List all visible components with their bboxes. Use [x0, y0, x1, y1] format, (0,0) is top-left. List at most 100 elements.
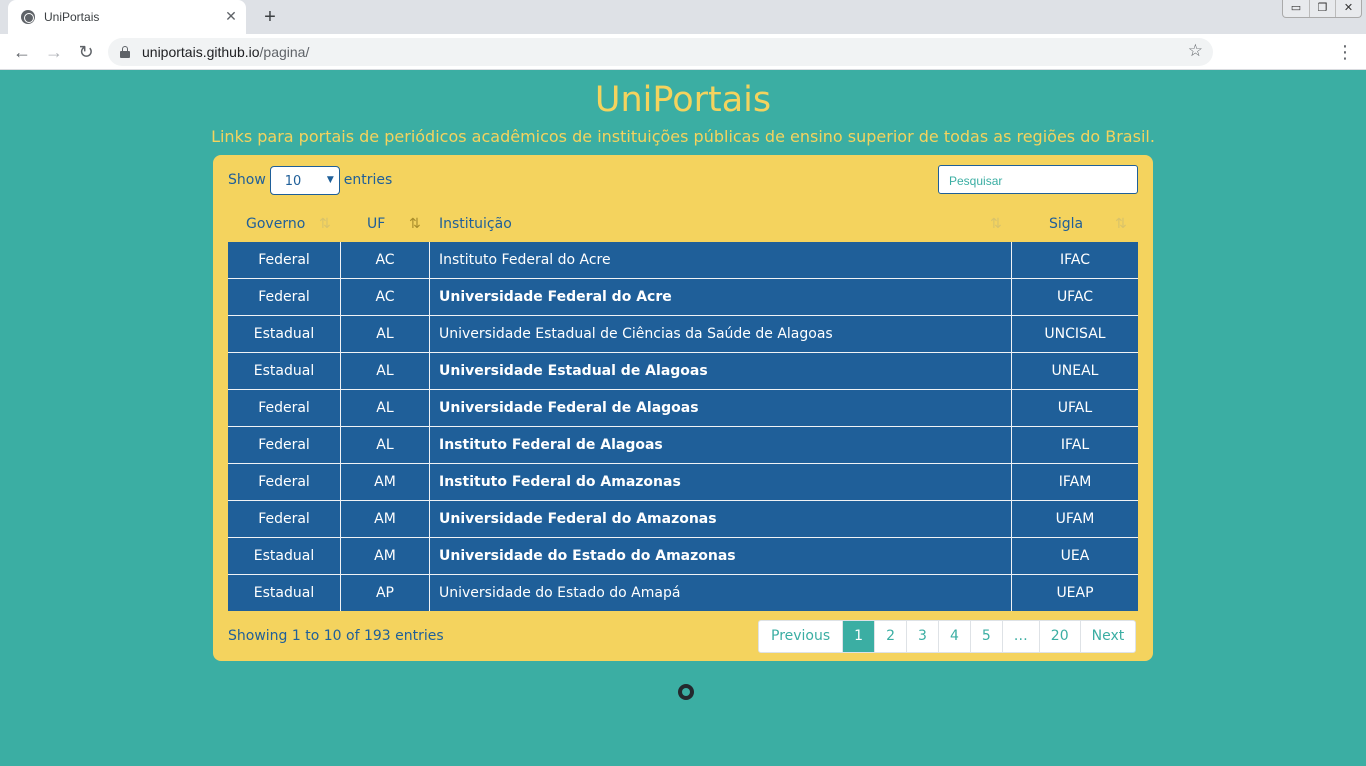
- page-title: UniPortais: [594, 80, 772, 120]
- cell-governo: Federal: [228, 427, 341, 463]
- table-row: Federal AM Universidade Federal do Amazona…: [228, 501, 1138, 538]
- page-button[interactable]: 4: [937, 621, 970, 652]
- page-ellipsis: …: [1001, 621, 1039, 652]
- cell-sigla: UFAL: [1057, 400, 1093, 416]
- tab-close-icon[interactable]: ✕: [222, 7, 240, 25]
- sort-ascending-icon[interactable]: ⇅: [409, 207, 421, 241]
- cell-governo: Federal: [228, 390, 341, 426]
- reload-button[interactable]: ↻: [74, 40, 98, 64]
- page-button[interactable]: 5: [969, 621, 1002, 652]
- window-controls: ▭ ❐ ✕: [1282, 0, 1362, 18]
- table-row: Estadual AL Universidade Estadual de Ciênc…: [228, 316, 1138, 353]
- cell-uf: AM: [341, 464, 430, 500]
- header-instituicao[interactable]: Instituição: [439, 207, 512, 242]
- table-header: Governo ⇅ UF ⇅ Instituição ⇅ Sigla ⇅: [228, 207, 1138, 242]
- close-window-button[interactable]: ✕: [1335, 0, 1361, 17]
- github-icon[interactable]: [678, 684, 694, 700]
- table-row: Federal AC Universidade Federal do Acre UFA…: [228, 279, 1138, 316]
- page-button[interactable]: 1: [842, 621, 875, 652]
- cell-instituicao-link[interactable]: Universidade do Estado do Amapá: [430, 575, 1012, 611]
- cell-uf: AP: [341, 575, 430, 611]
- cell-governo: Estadual: [228, 575, 341, 611]
- forward-button[interactable]: →: [42, 40, 66, 64]
- back-button[interactable]: ←: [10, 40, 34, 64]
- cell-sigla: UNEAL: [1051, 363, 1099, 379]
- cell-governo: Federal: [228, 464, 341, 500]
- address-bar[interactable]: uniportais.github.io/pagina/ ☆: [108, 38, 1213, 66]
- table-row: Estadual AM Universidade do Estado do Amaz…: [228, 538, 1138, 575]
- restore-button[interactable]: ❐: [1309, 0, 1335, 17]
- cell-sigla: UEA: [1060, 548, 1090, 564]
- cell-governo: Federal: [228, 242, 341, 278]
- cell-sigla: UFAC: [1056, 289, 1094, 305]
- cell-governo: Federal: [228, 279, 341, 315]
- header-uf[interactable]: UF: [367, 207, 385, 242]
- cell-instituicao-link[interactable]: Instituto Federal de Alagoas: [430, 427, 1012, 463]
- new-tab-button[interactable]: +: [258, 5, 282, 29]
- table-row: Estadual AL Universidade Estadual de Alago…: [228, 353, 1138, 390]
- entries-label: entries: [343, 172, 393, 188]
- cell-uf: AL: [341, 390, 430, 426]
- cell-uf: AC: [341, 242, 430, 278]
- pagination: Previous 1 2 3 4 5… 20 Next: [758, 620, 1137, 653]
- cell-instituicao-link[interactable]: Universidade do Estado do Amazonas: [430, 538, 1012, 574]
- table-row: Federal AM Instituto Federal do Amazonas IF…: [228, 464, 1138, 501]
- url-text: uniportais.github.io/pagina/: [142, 44, 310, 60]
- minimize-button[interactable]: ▭: [1283, 0, 1309, 17]
- header-sigla[interactable]: Sigla: [1049, 207, 1083, 242]
- tab-title: UniPortais: [44, 10, 100, 24]
- cell-instituicao-link[interactable]: Universidade Estadual de Alagoas: [430, 353, 1012, 389]
- cell-uf: AM: [341, 501, 430, 537]
- browser-tabbar: UniPortais ✕ + ▭ ❐ ✕: [0, 0, 1366, 34]
- table-row: Federal AL Universidade Federal de Alagoas…: [228, 390, 1138, 427]
- lock-icon[interactable]: [120, 46, 130, 58]
- cell-instituicao-link[interactable]: Instituto Federal do Acre: [430, 242, 1012, 278]
- table-row: Federal AL Instituto Federal de Alagoas IFA…: [228, 427, 1138, 464]
- cell-uf: AL: [341, 427, 430, 463]
- table-body: Federal AC Instituto Federal do Acre IFAC Fe…: [228, 242, 1138, 611]
- browser-menu-icon[interactable]: ⋮: [1336, 40, 1354, 64]
- next-button[interactable]: Next: [1079, 621, 1136, 652]
- browser-toolbar: ← → ↻ uniportais.github.io/pagina/ ☆ ⋮: [0, 34, 1366, 70]
- page-button[interactable]: 20: [1038, 621, 1080, 652]
- cell-governo: Estadual: [228, 353, 341, 389]
- table-info: Showing 1 to 10 of 193 entries: [228, 628, 444, 644]
- table-row: Estadual AP Universidade do Estado do Amap…: [228, 575, 1138, 611]
- sort-icon[interactable]: ⇅: [990, 207, 1002, 241]
- cell-sigla: UFAM: [1055, 511, 1095, 527]
- page-button[interactable]: 2: [874, 621, 906, 652]
- sort-icon[interactable]: ⇅: [1115, 207, 1127, 241]
- cell-governo: Estadual: [228, 538, 341, 574]
- page-subtitle: Links para portais de periódicos acadêmi…: [211, 127, 1155, 146]
- cell-uf: AL: [341, 316, 430, 352]
- entries-select[interactable]: 10 ▼: [269, 165, 340, 195]
- bookmark-star-icon[interactable]: ☆: [1188, 41, 1203, 61]
- previous-button[interactable]: Previous: [759, 621, 842, 652]
- cell-sigla: IFAM: [1058, 474, 1092, 490]
- cell-uf: AM: [341, 538, 430, 574]
- sort-icon[interactable]: ⇅: [319, 207, 331, 241]
- cell-sigla: IFAC: [1059, 252, 1090, 268]
- cell-instituicao-link[interactable]: Universidade Federal do Amazonas: [430, 501, 1012, 537]
- globe-icon: [21, 10, 35, 24]
- cell-sigla: IFAL: [1060, 437, 1090, 453]
- chevron-down-icon: ▼: [326, 174, 334, 185]
- cell-instituicao-link[interactable]: Instituto Federal do Amazonas: [430, 464, 1012, 500]
- cell-instituicao-link[interactable]: Universidade Federal do Acre: [430, 279, 1012, 315]
- cell-governo: Federal: [228, 501, 341, 537]
- browser-tab[interactable]: UniPortais ✕: [8, 0, 246, 34]
- cell-governo: Estadual: [228, 316, 341, 352]
- entries-select-value: 10: [284, 173, 302, 189]
- cell-sigla: UEAP: [1056, 585, 1094, 601]
- cell-instituicao-link[interactable]: Universidade Federal de Alagoas: [430, 390, 1012, 426]
- cell-uf: AL: [341, 353, 430, 389]
- search-input[interactable]: Pesquisar: [938, 165, 1138, 194]
- page-button[interactable]: 3: [906, 621, 938, 652]
- cell-sigla: UNCISAL: [1044, 326, 1106, 342]
- cell-instituicao-link[interactable]: Universidade Estadual de Ciências da Saú…: [430, 316, 1012, 352]
- table-card: Show 10 ▼ entries Pesquisar Governo ⇅ UF…: [213, 155, 1153, 661]
- table-row: Federal AC Instituto Federal do Acre IFAC: [228, 242, 1138, 279]
- cell-uf: AC: [341, 279, 430, 315]
- entries-length-control: Show 10 ▼ entries: [228, 165, 392, 195]
- header-governo[interactable]: Governo: [246, 207, 305, 242]
